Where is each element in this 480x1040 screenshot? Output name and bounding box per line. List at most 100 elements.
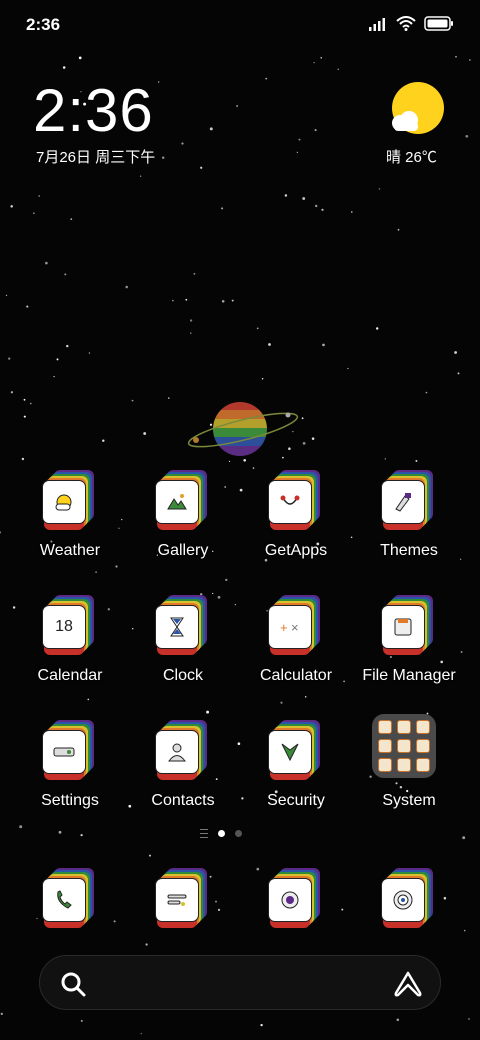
security-app[interactable]: Security [241,720,351,810]
star [396,1018,400,1022]
messages-icon [153,868,213,930]
star [143,432,147,435]
app-label: System [382,792,436,809]
phone-icon [40,868,100,930]
calculator-app[interactable]: + × Calculator [241,595,351,685]
star [0,531,2,534]
star [252,467,255,469]
star [347,367,349,370]
star [10,391,14,394]
star [225,578,228,582]
app-label: Settings [41,792,99,809]
weather-sun-icon[interactable] [388,82,444,138]
folder-app-thumbnail [416,758,430,772]
star [314,129,317,132]
star [158,81,160,83]
star [284,194,288,197]
calendar-icon: 18 [40,595,100,657]
star [26,305,29,308]
star [350,536,353,539]
star [185,298,188,301]
page-dot-active[interactable] [218,830,225,837]
status-bar: 2:36 [0,0,480,50]
search-icon [61,972,86,997]
signal-icon [369,17,385,31]
star [181,142,184,145]
star [280,701,283,704]
clock-widget-time[interactable]: 2:36 [33,76,154,145]
camera-app[interactable] [354,868,464,930]
star [462,836,466,840]
icon-face [42,730,86,774]
star [209,127,213,131]
star [87,698,90,701]
star [351,211,353,213]
messages-app[interactable] [128,868,238,930]
star [95,571,97,573]
star [62,66,66,69]
star [236,105,238,107]
star [80,833,83,837]
settings-app[interactable]: Settings [15,720,125,810]
search-bar[interactable] [39,955,441,1010]
star [320,57,322,59]
star [33,212,35,214]
folder-app-thumbnail [397,758,411,772]
star [256,327,259,330]
star [261,378,264,380]
star [139,175,142,177]
star [415,459,418,462]
folder-app-thumbnail [397,720,411,734]
star [302,197,306,200]
star [212,592,214,595]
app-drawer-menu-icon[interactable] [200,829,208,838]
star [454,351,457,354]
star [298,138,301,141]
star [161,156,165,159]
star [376,327,379,330]
star [56,358,59,361]
themes-app[interactable]: Themes [354,470,464,560]
app-label: File Manager [362,667,456,684]
page-indicator[interactable] [200,829,242,838]
star [296,151,299,154]
app-label: Contacts [151,792,215,809]
calendar-app[interactable]: 18 Calendar [15,595,125,685]
file-manager-app[interactable]: File Manager [354,595,464,685]
security-icon [266,720,326,782]
page-dot[interactable] [235,830,242,837]
star [21,457,25,461]
star [5,294,8,297]
star [231,299,234,302]
star [313,61,315,64]
star [463,929,466,932]
star [19,825,23,829]
star [168,397,170,399]
star [10,205,13,208]
star [468,1018,470,1020]
clock-app[interactable]: Clock [128,595,238,685]
weather-app[interactable]: Weather [15,470,125,560]
file-manager-icon [379,595,439,657]
icon-face [268,480,312,524]
gallery-app[interactable]: Gallery [128,470,238,560]
star [23,415,26,418]
weather-icon [40,470,100,532]
app-label: Calendar [37,667,103,684]
getapps-app[interactable]: GetApps [241,470,351,560]
folder-app-thumbnail [378,720,392,734]
wifi-icon [396,16,416,31]
themes-icon [379,470,439,532]
app-label: GetApps [264,542,328,559]
star [66,344,69,348]
assistant-icon[interactable] [394,971,422,997]
folder-app[interactable]: System [354,714,464,810]
phone-app[interactable] [15,868,125,930]
browser-app[interactable] [241,868,351,930]
clock-icon [153,595,213,657]
contacts-app[interactable]: Contacts [128,720,238,810]
star [206,710,210,714]
icon-face [381,605,425,649]
icon-face [268,878,312,922]
star [70,218,73,220]
